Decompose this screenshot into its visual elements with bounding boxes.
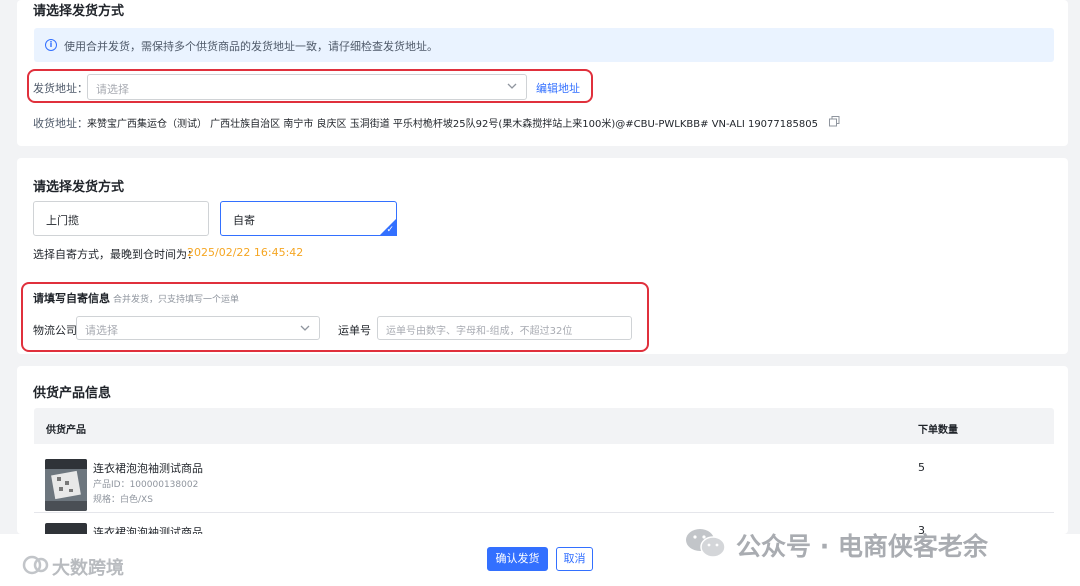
chevron-down-icon [300,325,310,331]
product-info-card: 供货产品信息 供货产品 下单数量 连衣裙泡泡袖测试商品 产品ID：1000001… [17,366,1068,534]
brand-logo-icon [22,555,49,575]
notice-text: 使用合并发货，需保持多个供货商品的发货地址一致，请仔细检查发货地址。 [64,40,438,53]
watermark-left-text: 大数跨境 [52,558,124,579]
deadline-label: 选择自寄方式，最晚到仓时间为： [33,248,198,261]
edit-address-link[interactable]: 编辑地址 [536,80,580,96]
waybill-input[interactable]: 运单号由数字、字母和-组成，不超过32位 [377,316,632,340]
self-info-hint: 合并发货，只支持填写一个运单 [113,295,240,305]
copy-icon[interactable] [829,116,840,127]
address-label: 发货地址： [33,82,88,95]
receive-address-value: 来赞宝广西集运仓（测试） 广西壮族自治区 南宁市 良庆区 玉洞街道 平乐村桅杆坡… [87,119,818,130]
option-self-ship-label: 自寄 [233,214,255,227]
col-qty-header: 下单数量 [918,425,958,436]
logistics-select[interactable]: 请选择 [76,316,320,340]
col-product-header: 供货产品 [46,425,86,436]
confirm-ship-button[interactable]: 确认发货 [487,547,548,571]
waybill-label: 运单号 [338,324,371,337]
product-image-icon [45,459,87,511]
option-self-ship[interactable]: 自寄 ✓ [220,201,397,236]
product-id: 产品ID：100000138002 [93,480,199,490]
product-qty: 5 [918,461,925,474]
logistics-select-placeholder: 请选择 [85,324,118,337]
address-select[interactable]: 请选择 [87,74,527,100]
notice-banner: i 使用合并发货，需保持多个供货商品的发货地址一致，请仔细检查发货地址。 [34,28,1054,62]
chevron-down-icon [507,83,517,89]
logistics-label: 物流公司 [33,324,77,337]
waybill-input-placeholder: 运单号由数字、字母和-组成，不超过32位 [386,326,573,337]
address-card: 请选择发货方式 i 使用合并发货，需保持多个供货商品的发货地址一致，请仔细检查发… [17,0,1068,146]
shipping-method-title: 请选择发货方式 [33,180,125,195]
product-thumbnail [45,523,87,534]
product-name: 连衣裙泡泡袖测试商品 [93,526,203,534]
address-card-title: 请选择发货方式 [33,4,125,19]
product-thumbnail [45,459,87,511]
receive-address-label: 收货地址： [33,117,88,130]
address-select-placeholder: 请选择 [96,83,129,96]
wechat-icon [686,529,726,558]
product-info-title: 供货产品信息 [33,386,112,401]
product-spec: 规格：白色/XS [93,495,153,505]
product-table-header: 供货产品 下单数量 [34,408,1054,444]
deadline-value: 2025/02/22 16:45:42 [187,246,304,259]
watermark-right-text: 公众号 · 电商侠客老余 [736,532,988,561]
option-pickup-label: 上门揽 [46,214,79,227]
info-icon: i [45,39,57,51]
row-divider [34,512,1054,513]
cancel-button[interactable]: 取消 [556,547,593,571]
shipping-method-card: 请选择发货方式 上门揽 自寄 ✓ 选择自寄方式，最晚到仓时间为： 2025/02… [17,158,1068,354]
product-name: 连衣裙泡泡袖测试商品 [93,462,203,475]
check-icon: ✓ [386,225,394,235]
self-info-title: 请填写自寄信息 [33,292,110,305]
option-pickup[interactable]: 上门揽 [33,201,209,236]
